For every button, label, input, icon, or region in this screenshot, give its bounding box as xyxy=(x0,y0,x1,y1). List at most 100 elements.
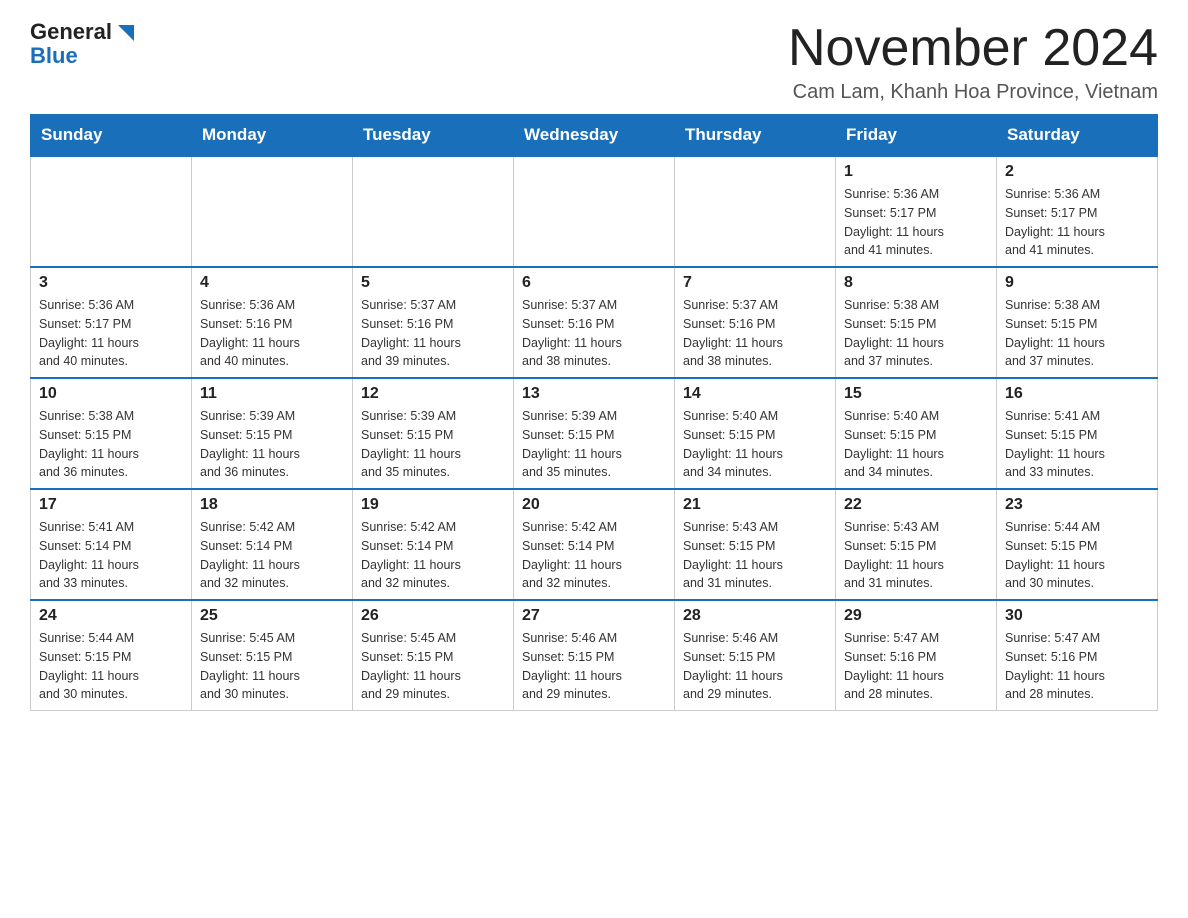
day-number: 25 xyxy=(200,607,344,625)
day-number: 22 xyxy=(844,496,988,514)
calendar-cell xyxy=(353,156,514,267)
day-info: Sunrise: 5:44 AMSunset: 5:15 PMDaylight:… xyxy=(39,629,183,704)
day-number: 14 xyxy=(683,385,827,403)
day-number: 21 xyxy=(683,496,827,514)
calendar-cell: 23 Sunrise: 5:44 AMSunset: 5:15 PMDayligh… xyxy=(997,489,1158,600)
month-title: November 2024 xyxy=(788,20,1158,77)
calendar-cell: 2 Sunrise: 5:36 AMSunset: 5:17 PMDaylight… xyxy=(997,156,1158,267)
calendar-cell: 17 Sunrise: 5:41 AMSunset: 5:14 PMDayligh… xyxy=(31,489,192,600)
day-info: Sunrise: 5:45 AMSunset: 5:15 PMDaylight:… xyxy=(361,629,505,704)
day-info: Sunrise: 5:39 AMSunset: 5:15 PMDaylight:… xyxy=(522,407,666,482)
day-number: 8 xyxy=(844,274,988,292)
calendar-cell: 29Sunrise: 5:47 AMSunset: 5:16 PMDayligh… xyxy=(836,600,997,711)
calendar-cell: 8Sunrise: 5:38 AMSunset: 5:15 PMDaylight… xyxy=(836,267,997,378)
calendar-cell: 7 Sunrise: 5:37 AMSunset: 5:16 PMDaylight… xyxy=(675,267,836,378)
col-header-friday: Friday xyxy=(836,115,997,157)
day-info: Sunrise: 5:37 AMSunset: 5:16 PMDaylight:… xyxy=(361,296,505,371)
day-info: Sunrise: 5:46 AMSunset: 5:15 PMDaylight:… xyxy=(683,629,827,704)
week-row-4: 17 Sunrise: 5:41 AMSunset: 5:14 PMDayligh… xyxy=(31,489,1158,600)
day-info: Sunrise: 5:42 AMSunset: 5:14 PMDaylight:… xyxy=(200,518,344,593)
calendar-cell: 18 Sunrise: 5:42 AMSunset: 5:14 PMDayligh… xyxy=(192,489,353,600)
day-info: Sunrise: 5:41 AMSunset: 5:14 PMDaylight:… xyxy=(39,518,183,593)
calendar-cell: 28 Sunrise: 5:46 AMSunset: 5:15 PMDayligh… xyxy=(675,600,836,711)
calendar-cell: 1 Sunrise: 5:36 AMSunset: 5:17 PMDaylight… xyxy=(836,156,997,267)
logo-general-line: General xyxy=(30,20,136,44)
day-number: 23 xyxy=(1005,496,1149,514)
day-info: Sunrise: 5:36 AMSunset: 5:17 PMDaylight:… xyxy=(844,185,988,260)
col-header-thursday: Thursday xyxy=(675,115,836,157)
calendar-cell: 20 Sunrise: 5:42 AMSunset: 5:14 PMDayligh… xyxy=(514,489,675,600)
day-number: 2 xyxy=(1005,163,1149,181)
title-area: November 2024 Cam Lam, Khanh Hoa Provinc… xyxy=(788,20,1158,104)
week-row-1: 1 Sunrise: 5:36 AMSunset: 5:17 PMDaylight… xyxy=(31,156,1158,267)
day-number: 7 xyxy=(683,274,827,292)
day-info: Sunrise: 5:47 AMSunset: 5:16 PMDaylight:… xyxy=(1005,629,1149,704)
calendar-cell: 15 Sunrise: 5:40 AMSunset: 5:15 PMDayligh… xyxy=(836,378,997,489)
logo-blue-line: Blue xyxy=(30,44,78,68)
day-info: Sunrise: 5:42 AMSunset: 5:14 PMDaylight:… xyxy=(361,518,505,593)
day-info: Sunrise: 5:37 AMSunset: 5:16 PMDaylight:… xyxy=(683,296,827,371)
day-number: 29 xyxy=(844,607,988,625)
day-number: 27 xyxy=(522,607,666,625)
day-info: Sunrise: 5:39 AMSunset: 5:15 PMDaylight:… xyxy=(200,407,344,482)
calendar-cell: 30 Sunrise: 5:47 AMSunset: 5:16 PMDayligh… xyxy=(997,600,1158,711)
calendar-cell: 21 Sunrise: 5:43 AMSunset: 5:15 PMDayligh… xyxy=(675,489,836,600)
col-header-tuesday: Tuesday xyxy=(353,115,514,157)
calendar-cell: 14 Sunrise: 5:40 AMSunset: 5:15 PMDayligh… xyxy=(675,378,836,489)
page-header: General Blue November 2024 Cam Lam, Khan… xyxy=(30,20,1158,104)
day-number: 17 xyxy=(39,496,183,514)
day-info: Sunrise: 5:44 AMSunset: 5:15 PMDaylight:… xyxy=(1005,518,1149,593)
day-number: 15 xyxy=(844,385,988,403)
col-header-sunday: Sunday xyxy=(31,115,192,157)
calendar-cell xyxy=(192,156,353,267)
calendar-cell: 4Sunrise: 5:36 AMSunset: 5:16 PMDaylight… xyxy=(192,267,353,378)
day-number: 28 xyxy=(683,607,827,625)
day-number: 19 xyxy=(361,496,505,514)
location-subtitle: Cam Lam, Khanh Hoa Province, Vietnam xyxy=(788,81,1158,104)
calendar-cell: 16Sunrise: 5:41 AMSunset: 5:15 PMDayligh… xyxy=(997,378,1158,489)
week-row-5: 24 Sunrise: 5:44 AMSunset: 5:15 PMDayligh… xyxy=(31,600,1158,711)
day-info: Sunrise: 5:36 AMSunset: 5:17 PMDaylight:… xyxy=(1005,185,1149,260)
calendar-cell: 6 Sunrise: 5:37 AMSunset: 5:16 PMDaylight… xyxy=(514,267,675,378)
day-number: 20 xyxy=(522,496,666,514)
calendar-cell: 5Sunrise: 5:37 AMSunset: 5:16 PMDaylight… xyxy=(353,267,514,378)
calendar-cell xyxy=(514,156,675,267)
calendar-cell: 19 Sunrise: 5:42 AMSunset: 5:14 PMDayligh… xyxy=(353,489,514,600)
calendar-cell: 25 Sunrise: 5:45 AMSunset: 5:15 PMDayligh… xyxy=(192,600,353,711)
calendar-table: SundayMondayTuesdayWednesdayThursdayFrid… xyxy=(30,114,1158,711)
day-number: 30 xyxy=(1005,607,1149,625)
day-number: 3 xyxy=(39,274,183,292)
day-info: Sunrise: 5:43 AMSunset: 5:15 PMDaylight:… xyxy=(683,518,827,593)
day-info: Sunrise: 5:40 AMSunset: 5:15 PMDaylight:… xyxy=(844,407,988,482)
calendar-cell xyxy=(675,156,836,267)
day-info: Sunrise: 5:45 AMSunset: 5:15 PMDaylight:… xyxy=(200,629,344,704)
day-number: 9 xyxy=(1005,274,1149,292)
calendar-header-row: SundayMondayTuesdayWednesdayThursdayFrid… xyxy=(31,115,1158,157)
calendar-cell xyxy=(31,156,192,267)
calendar-cell: 27Sunrise: 5:46 AMSunset: 5:15 PMDayligh… xyxy=(514,600,675,711)
day-info: Sunrise: 5:40 AMSunset: 5:15 PMDaylight:… xyxy=(683,407,827,482)
logo: General Blue xyxy=(30,20,136,68)
logo-text-general: General xyxy=(30,20,112,44)
day-number: 26 xyxy=(361,607,505,625)
day-info: Sunrise: 5:41 AMSunset: 5:15 PMDaylight:… xyxy=(1005,407,1149,482)
calendar-cell: 22Sunrise: 5:43 AMSunset: 5:15 PMDayligh… xyxy=(836,489,997,600)
day-info: Sunrise: 5:37 AMSunset: 5:16 PMDaylight:… xyxy=(522,296,666,371)
logo-triangle-icon xyxy=(114,21,136,43)
col-header-monday: Monday xyxy=(192,115,353,157)
day-number: 11 xyxy=(200,385,344,403)
week-row-2: 3Sunrise: 5:36 AMSunset: 5:17 PMDaylight… xyxy=(31,267,1158,378)
calendar-cell: 10Sunrise: 5:38 AMSunset: 5:15 PMDayligh… xyxy=(31,378,192,489)
day-info: Sunrise: 5:38 AMSunset: 5:15 PMDaylight:… xyxy=(39,407,183,482)
day-info: Sunrise: 5:38 AMSunset: 5:15 PMDaylight:… xyxy=(1005,296,1149,371)
day-number: 6 xyxy=(522,274,666,292)
col-header-saturday: Saturday xyxy=(997,115,1158,157)
week-row-3: 10Sunrise: 5:38 AMSunset: 5:15 PMDayligh… xyxy=(31,378,1158,489)
day-number: 1 xyxy=(844,163,988,181)
calendar-cell: 26 Sunrise: 5:45 AMSunset: 5:15 PMDayligh… xyxy=(353,600,514,711)
day-info: Sunrise: 5:42 AMSunset: 5:14 PMDaylight:… xyxy=(522,518,666,593)
day-number: 13 xyxy=(522,385,666,403)
day-number: 24 xyxy=(39,607,183,625)
logo-text-blue: Blue xyxy=(30,43,78,68)
day-number: 18 xyxy=(200,496,344,514)
